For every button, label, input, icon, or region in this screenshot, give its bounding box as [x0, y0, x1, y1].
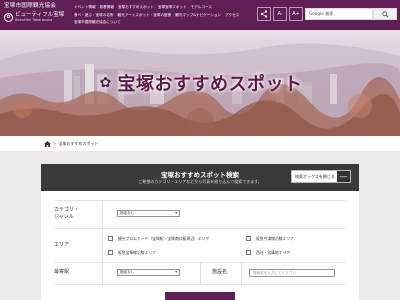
font-size-decrease-button[interactable]: A- — [273, 7, 287, 21]
page: 宝塚市国際観光協会 ✿ ビューティフル宝塚 Beautiful Takarazu… — [0, 0, 400, 300]
area-label: エリア — [54, 242, 70, 248]
site-search-button[interactable] — [373, 8, 397, 20]
collapse-icon: — — [337, 171, 350, 182]
genre-label: ジャンル — [54, 214, 74, 220]
flower-icon: ✿ — [99, 75, 112, 91]
nav-item[interactable]: イベント情報 — [74, 4, 96, 11]
nav-item[interactable]: 観光アートスポット・宝塚の医療 — [118, 12, 172, 19]
close-search-box-label: 検索ボックスを閉じる — [295, 173, 335, 179]
nav-item[interactable]: 宝塚宝塚スポット — [158, 4, 187, 11]
page-title: 宝塚おすすめスポット — [117, 74, 303, 95]
divider — [200, 262, 201, 284]
home-icon[interactable] — [44, 140, 51, 147]
divider — [55, 284, 345, 285]
search-panel-header: 宝塚おすすめスポット検索 ご希望のカテゴリ・エリアなどから写真を絞り込んで検索で… — [41, 164, 359, 191]
area-checkbox[interactable] — [108, 236, 113, 241]
nearest-station-label: 最寄駅 — [54, 269, 70, 275]
breadcrumb-current: 宝塚おすすめスポット — [58, 140, 99, 146]
area-option-label[interactable]: 観光プロムナード（宝塚駅・宝塚南口駅周辺）エリア — [118, 236, 209, 241]
chevron-down-icon: ▾ — [175, 211, 177, 215]
share-icon — [260, 10, 268, 18]
area-checkbox[interactable] — [108, 250, 113, 255]
nav-item[interactable]: 新着情報 — [100, 4, 114, 11]
area-checkbox[interactable] — [246, 250, 251, 255]
site-search-input[interactable]: Google 検索 — [305, 8, 373, 20]
nearest-station-select[interactable]: 指定なし ▾ — [117, 269, 180, 276]
facility-name-input[interactable]: 施設名を入力してください — [249, 269, 335, 277]
site-header: 宝塚市国際観光協会 ✿ ビューティフル宝塚 Beautiful Takarazu… — [0, 0, 400, 30]
nav-item[interactable]: 食べ・遊ぶ・宝塚の名所 — [74, 12, 114, 19]
hero-banner: ✿ 宝塚おすすめスポット — [0, 30, 400, 136]
logo-subtext: Beautiful Takarazuka — [15, 18, 53, 22]
global-nav: イベント情報 新着情報 宝塚おすすめスポット 宝塚宝塚スポット モデルコース 食… — [74, 4, 254, 27]
divider — [102, 200, 103, 284]
font-size-increase-button[interactable]: A+ — [289, 7, 303, 21]
facility-name-label: 施設名 — [212, 269, 228, 275]
nav-item[interactable]: 観光マップ&ナビゲーション — [175, 12, 221, 19]
logo-top-text: 宝塚市国際観光協会 — [4, 3, 57, 9]
site-logo[interactable]: 宝塚市国際観光協会 ✿ ビューティフル宝塚 Beautiful Takarazu… — [4, 3, 70, 27]
nav-item[interactable]: アクセス — [225, 12, 239, 19]
logo-mark-icon: ✿ — [4, 13, 13, 22]
search-submit-button[interactable] — [165, 292, 235, 300]
breadcrumb: > 宝塚おすすめスポット — [0, 136, 400, 152]
nav-item[interactable]: モデルコース — [191, 4, 212, 11]
area-checkbox[interactable] — [246, 236, 251, 241]
breadcrumb-separator: > — [53, 141, 57, 146]
area-option-label[interactable]: 阪急今津線沿線エリア — [256, 236, 294, 241]
share-button[interactable] — [257, 7, 271, 21]
divider — [241, 262, 242, 284]
chevron-down-icon: ▾ — [175, 270, 177, 274]
nav-item[interactable]: 宝塚市国際観光協会について — [74, 19, 121, 26]
area-option-label[interactable]: 阪急宝塚線沿線エリア — [118, 250, 156, 255]
divider — [55, 228, 345, 229]
divider — [55, 200, 345, 201]
area-option-label[interactable]: 西谷・武庫地エリア — [256, 250, 290, 255]
search-icon — [381, 10, 389, 18]
category-select-value: 指定なし — [120, 211, 135, 215]
station-select-value: 指定なし — [120, 270, 135, 274]
close-search-box-button[interactable]: 検索ボックスを閉じる — — [291, 170, 351, 183]
category-select[interactable]: 指定なし ▾ — [117, 210, 180, 217]
category-label: カテゴリ・ — [54, 207, 80, 213]
nav-item[interactable]: 宝塚おすすめスポット — [118, 4, 154, 11]
